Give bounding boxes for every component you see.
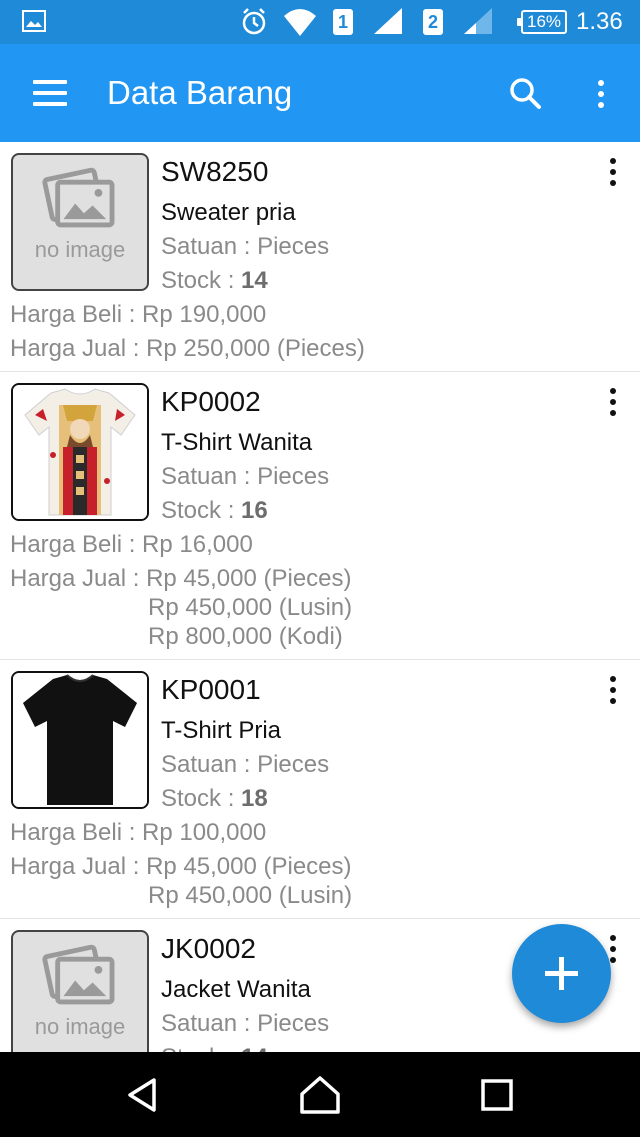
item-thumbnail <box>11 383 149 521</box>
clock-time: 1.36 <box>576 8 623 35</box>
search-icon[interactable] <box>500 70 552 118</box>
list-item[interactable]: KP0002 T-Shirt Wanita Satuan : Pieces St… <box>0 372 640 660</box>
phone-screen: 1 2 16% 1.36 Data Barang no image SW8250… <box>0 0 640 1137</box>
item-more-vert-icon[interactable] <box>601 670 625 710</box>
navigation-bar <box>0 1052 640 1137</box>
harga-jual-lusin: Rp 450,000 (Lusin) <box>148 882 353 909</box>
sim1-badge: 1 <box>333 0 353 44</box>
item-code: JK0002 <box>161 933 256 964</box>
stock-label: Stock : <box>161 1044 241 1052</box>
item-stock: Stock : 18 <box>161 785 268 813</box>
item-name: Jacket Wanita <box>161 976 311 1003</box>
item-name: T-Shirt Wanita <box>161 429 313 456</box>
signal-sim2-icon <box>464 8 492 34</box>
battery-indicator: 16% <box>516 0 568 44</box>
status-bar: 1 2 16% 1.36 <box>0 0 640 44</box>
recents-icon[interactable] <box>474 1072 520 1118</box>
item-stock: Stock : 16 <box>161 497 268 525</box>
item-more-vert-icon[interactable] <box>601 152 625 192</box>
back-icon[interactable] <box>120 1072 166 1118</box>
item-thumbnail <box>11 671 149 809</box>
item-stock: Stock : 14 <box>161 1044 268 1052</box>
stock-label: Stock : <box>161 785 242 812</box>
stock-value: 14 <box>241 1044 268 1052</box>
item-more-vert-icon[interactable] <box>601 382 625 422</box>
sim2-badge: 2 <box>423 0 443 44</box>
harga-jual: Harga Jual : Rp 45,000 (Pieces) <box>10 853 352 880</box>
item-name: T-Shirt Pria <box>161 717 282 744</box>
harga-beli: Harga Beli : Rp 16,000 <box>10 531 253 558</box>
item-code: KP0002 <box>161 386 261 417</box>
more-vert-icon[interactable] <box>584 70 618 118</box>
stock-value: 14 <box>241 267 268 294</box>
item-thumbnail: no image <box>11 930 149 1052</box>
harga-jual: Harga Jual : Rp 45,000 (Pieces) <box>10 565 352 592</box>
no-image-text: no image <box>34 237 126 262</box>
king-tshirt-image <box>13 385 147 519</box>
stock-value: 16 <box>241 497 268 524</box>
item-satuan: Satuan : Pieces <box>161 751 330 778</box>
no-image-text: no image <box>34 1014 126 1039</box>
stock-label: Stock : <box>161 267 242 294</box>
hamburger-icon[interactable] <box>20 70 80 118</box>
wifi-icon <box>284 9 316 36</box>
sim1-number: 1 <box>333 9 353 35</box>
app-bar: Data Barang <box>0 44 640 142</box>
battery-level: 16% <box>516 10 568 34</box>
image-placeholder-icon <box>42 167 115 228</box>
alarm-icon <box>242 8 266 35</box>
item-satuan: Satuan : Pieces <box>161 233 330 260</box>
item-code: KP0001 <box>161 674 261 705</box>
harga-jual-kodi: Rp 800,000 (Kodi) <box>148 623 343 650</box>
gallery-notification-icon <box>22 10 46 32</box>
stock-value: 18 <box>241 785 268 812</box>
item-satuan: Satuan : Pieces <box>161 463 330 490</box>
harga-beli: Harga Beli : Rp 190,000 <box>10 301 267 328</box>
harga-jual: Harga Jual : Rp 250,000 (Pieces) <box>10 335 365 362</box>
item-stock: Stock : 14 <box>161 267 268 295</box>
item-list[interactable]: no image SW8250 Sweater pria Satuan : Pi… <box>0 142 640 1052</box>
list-item[interactable]: no image SW8250 Sweater pria Satuan : Pi… <box>0 142 640 372</box>
item-thumbnail: no image <box>11 153 149 291</box>
home-icon[interactable] <box>297 1072 343 1118</box>
sim2-number: 2 <box>423 9 443 35</box>
harga-beli: Harga Beli : Rp 100,000 <box>10 819 267 846</box>
item-code: SW8250 <box>161 156 269 187</box>
clock: 1.36 <box>576 0 623 44</box>
page-title: Data Barang <box>107 74 293 111</box>
add-icon[interactable] <box>512 924 611 1023</box>
list-item[interactable]: KP0001 T-Shirt Pria Satuan : Pieces Stoc… <box>0 660 640 919</box>
signal-sim1-icon <box>374 8 402 34</box>
stock-label: Stock : <box>161 497 242 524</box>
black-tshirt-image <box>13 673 147 807</box>
harga-jual-lusin: Rp 450,000 (Lusin) <box>148 594 353 621</box>
item-satuan: Satuan : Pieces <box>161 1010 330 1037</box>
item-name: Sweater pria <box>161 199 296 226</box>
